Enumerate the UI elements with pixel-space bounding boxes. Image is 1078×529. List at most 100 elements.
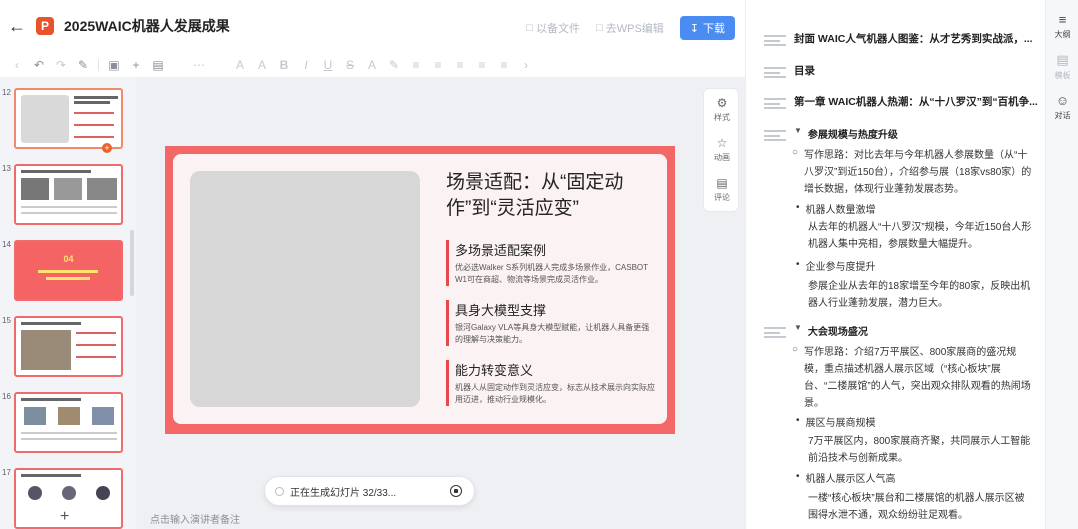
section-2-intro[interactable]: ○ 写作思路：介绍7万平展区、800家展商的盛况规模，重点描述机器人展示区域（“核… <box>792 344 1032 412</box>
collapse-triangle-icon[interactable]: ▼ <box>794 323 802 332</box>
point-heading: 具身大模型支撑 <box>455 303 547 318</box>
ppt-logo-icon: P <box>36 17 54 35</box>
thumbnail-scrollbar[interactable] <box>130 230 134 296</box>
thumbnail-preview[interactable] <box>14 392 123 453</box>
add-slide-button[interactable]: + <box>60 508 69 526</box>
header-actions: □ 以备文件 □ 去WPS编辑 ↧ 下载 <box>526 16 735 40</box>
bullet-dot: • <box>796 471 800 482</box>
italic-icon[interactable]: I <box>295 58 317 72</box>
point-text: 机器人从固定动作到灵活应变，标志从技术展示向实际应用迈进，推动行业规模化。 <box>455 383 655 404</box>
thumbnail-preview[interactable]: 04 <box>14 240 123 301</box>
thumbnail-preview[interactable] <box>14 316 123 377</box>
section-2-bullet-2-text[interactable]: 一楼“核心板块”展台和二楼展馆的机器人展示区被围得水泄不通，观众纷纷驻足观看。 <box>808 490 1032 524</box>
download-icon: ↧ <box>689 22 699 35</box>
current-slide[interactable]: 场景适配：从“固定动作”到“灵活应变” 多场景适配案例 优必选Walker S系… <box>165 146 675 434</box>
bold-icon[interactable]: B <box>273 58 295 72</box>
rail-chat-tab[interactable]: ☺ 对话 <box>1046 93 1078 121</box>
line-spacing-icon[interactable]: ≡ <box>493 58 515 72</box>
slide-point-2[interactable]: 具身大模型支撑 银河Galaxy VLA等具身大模型赋能，让机器人具备更强的理解… <box>446 300 656 346</box>
section-1-intro[interactable]: ○ 写作思路：对比去年与今年机器人参展数量（从“十八罗汉”到近150台），介绍参与… <box>792 147 1032 198</box>
decrease-font-icon[interactable]: A <box>251 58 273 72</box>
section-2-bullet-1[interactable]: • 展区与展商规模 <box>796 415 1032 432</box>
thumbnail-photo <box>28 486 42 500</box>
scroll-right-icon[interactable]: › <box>515 58 537 72</box>
thumbnail-text-line <box>74 96 118 99</box>
align-center-icon[interactable]: ≡ <box>427 58 449 72</box>
thumbnail-preview[interactable] <box>14 88 123 149</box>
outline-item-toc[interactable]: 目录 <box>764 63 815 78</box>
comment-label: 评论 <box>714 192 730 202</box>
section-1-bullet-2[interactable]: • 企业参与度提升 <box>796 259 1032 276</box>
download-button[interactable]: ↧ 下载 <box>679 16 735 40</box>
slide-point-1[interactable]: 多场景适配案例 优必选Walker S系列机器人完成多场景作业，CASBOT W… <box>446 240 656 286</box>
font-size-select[interactable]: ⋯ <box>169 58 229 72</box>
app-header: ← P 2025WAIC机器人发展成果 □ 以备文件 □ 去WPS编辑 ↧ 下载 <box>0 0 745 52</box>
chat-icon: ☺ <box>1055 93 1070 108</box>
thumbnail-text-line <box>38 270 98 273</box>
undo-icon[interactable]: ↶ <box>28 58 50 72</box>
thumbnail-number: 13 <box>2 164 11 173</box>
point-heading: 能力转变意义 <box>455 363 534 378</box>
font-color-icon[interactable]: A <box>361 58 383 72</box>
section-1-bullet-1[interactable]: • 机器人数量激增 <box>796 202 1032 219</box>
increase-font-icon[interactable]: A <box>229 58 251 72</box>
redo-icon[interactable]: ↷ <box>50 58 72 72</box>
add-slide-badge-icon[interactable]: + <box>102 143 112 153</box>
slide-title[interactable]: 场景适配：从“固定动作”到“灵活应变” <box>446 170 656 222</box>
wps-edit-link[interactable]: □ 去WPS编辑 <box>596 20 664 36</box>
thumbnail-image-placeholder <box>21 95 69 143</box>
bullet-dot: • <box>796 415 800 426</box>
bullet-list-icon[interactable]: ≡ <box>449 58 471 72</box>
thumbnail-text-line <box>74 124 114 126</box>
slide-point-3[interactable]: 能力转变意义 机器人从固定动作到灵活应变，标志从技术展示向实际应用迈进，推动行业… <box>446 360 656 406</box>
text-box-icon[interactable]: ▤ <box>147 58 169 72</box>
comment-tool[interactable]: ▤ 评论 <box>704 169 740 209</box>
animation-tool[interactable]: ☆ 动画 <box>704 129 740 169</box>
insert-plus-icon[interactable]: + <box>125 58 147 72</box>
rail-outline-tab[interactable]: ≡ 大纲 <box>1046 12 1078 40</box>
underline-icon[interactable]: U <box>317 58 339 72</box>
outline-item-chapter1[interactable]: 第一章 WAIC机器人热潮：从“十八罗汉”到“百机争... <box>764 94 1038 109</box>
outline-item-cover[interactable]: 封面 WAIC人气机器人图鉴：从才艺秀到实战派，... <box>764 31 1033 46</box>
stop-generation-icon[interactable] <box>450 485 462 497</box>
save-file-label: 以备文件 <box>536 23 581 35</box>
highlight-icon[interactable]: ✎ <box>383 58 405 72</box>
bullet-title: 展区与展商规模 <box>805 418 876 429</box>
thumbnail-text-line <box>21 206 117 208</box>
slide-image-placeholder[interactable] <box>190 171 420 407</box>
section-2-bullet-2[interactable]: • 机器人展示区人气高 <box>796 471 1032 488</box>
document-title: 2025WAIC机器人发展成果 <box>64 18 230 34</box>
lightbulb-icon: ○ <box>792 147 799 158</box>
thumbnail-preview[interactable] <box>14 164 123 225</box>
outline-section-1[interactable]: ▼ 参展规模与热度升级 <box>764 126 898 141</box>
scroll-left-icon[interactable]: ‹ <box>6 58 28 72</box>
animation-label: 动画 <box>714 152 730 162</box>
slide-layout-icon[interactable]: ▣ <box>103 58 125 72</box>
thumbnail-text-line <box>21 438 117 440</box>
align-left-icon[interactable]: ≡ <box>405 58 427 72</box>
bullet-title: 机器人数量激增 <box>805 205 876 216</box>
section-1-bullet-1-text[interactable]: 从去年的机器人“十八罗汉”规模，今年近150台人形机器人集中亮相，参展数量大幅提… <box>808 219 1032 253</box>
bullet-title: 机器人展示区人气高 <box>805 474 896 485</box>
back-arrow-icon[interactable]: ← <box>2 16 32 37</box>
lightbulb-icon: ○ <box>792 344 799 355</box>
edit-icon: □ <box>596 22 603 34</box>
outline-section-2[interactable]: ▼ 大会现场盛况 <box>764 323 868 338</box>
bullet-text: 一楼“核心板块”展台和二楼展馆的机器人展示区被围得水泄不通，观众纷纷驻足观看。 <box>808 493 1025 521</box>
numbered-list-icon[interactable]: ≡ <box>471 58 493 72</box>
thumbnail-photo <box>92 407 114 425</box>
format-painter-icon[interactable]: ✎ <box>72 58 94 72</box>
save-file-link[interactable]: □ 以备文件 <box>526 20 580 36</box>
strikethrough-icon[interactable]: S <box>339 58 361 72</box>
outline-title: 目录 <box>794 65 815 77</box>
rail-template-tab[interactable]: ▤ 模板 <box>1046 52 1078 81</box>
slide-outline-icon <box>764 35 786 46</box>
section-1-bullet-2-text[interactable]: 参展企业从去年的18家增至今年的80家，反映出机器人行业蓬勃发展，潜力巨大。 <box>808 278 1032 312</box>
section-title: 大会现场盛况 <box>807 327 868 338</box>
section-2-bullet-1-text[interactable]: 7万平展区内，800家展商齐聚，共同展示人工智能前沿技术与创新成果。 <box>808 433 1032 467</box>
collapse-triangle-icon[interactable]: ▼ <box>794 126 802 135</box>
loading-spinner-icon <box>275 486 284 496</box>
right-rail: ≡ 大纲 ▤ 模板 ☺ 对话 <box>1045 0 1078 529</box>
speaker-notes-input[interactable]: 点击输入演讲者备注 <box>150 511 240 526</box>
style-tool[interactable]: ⚙ 样式 <box>704 89 740 129</box>
